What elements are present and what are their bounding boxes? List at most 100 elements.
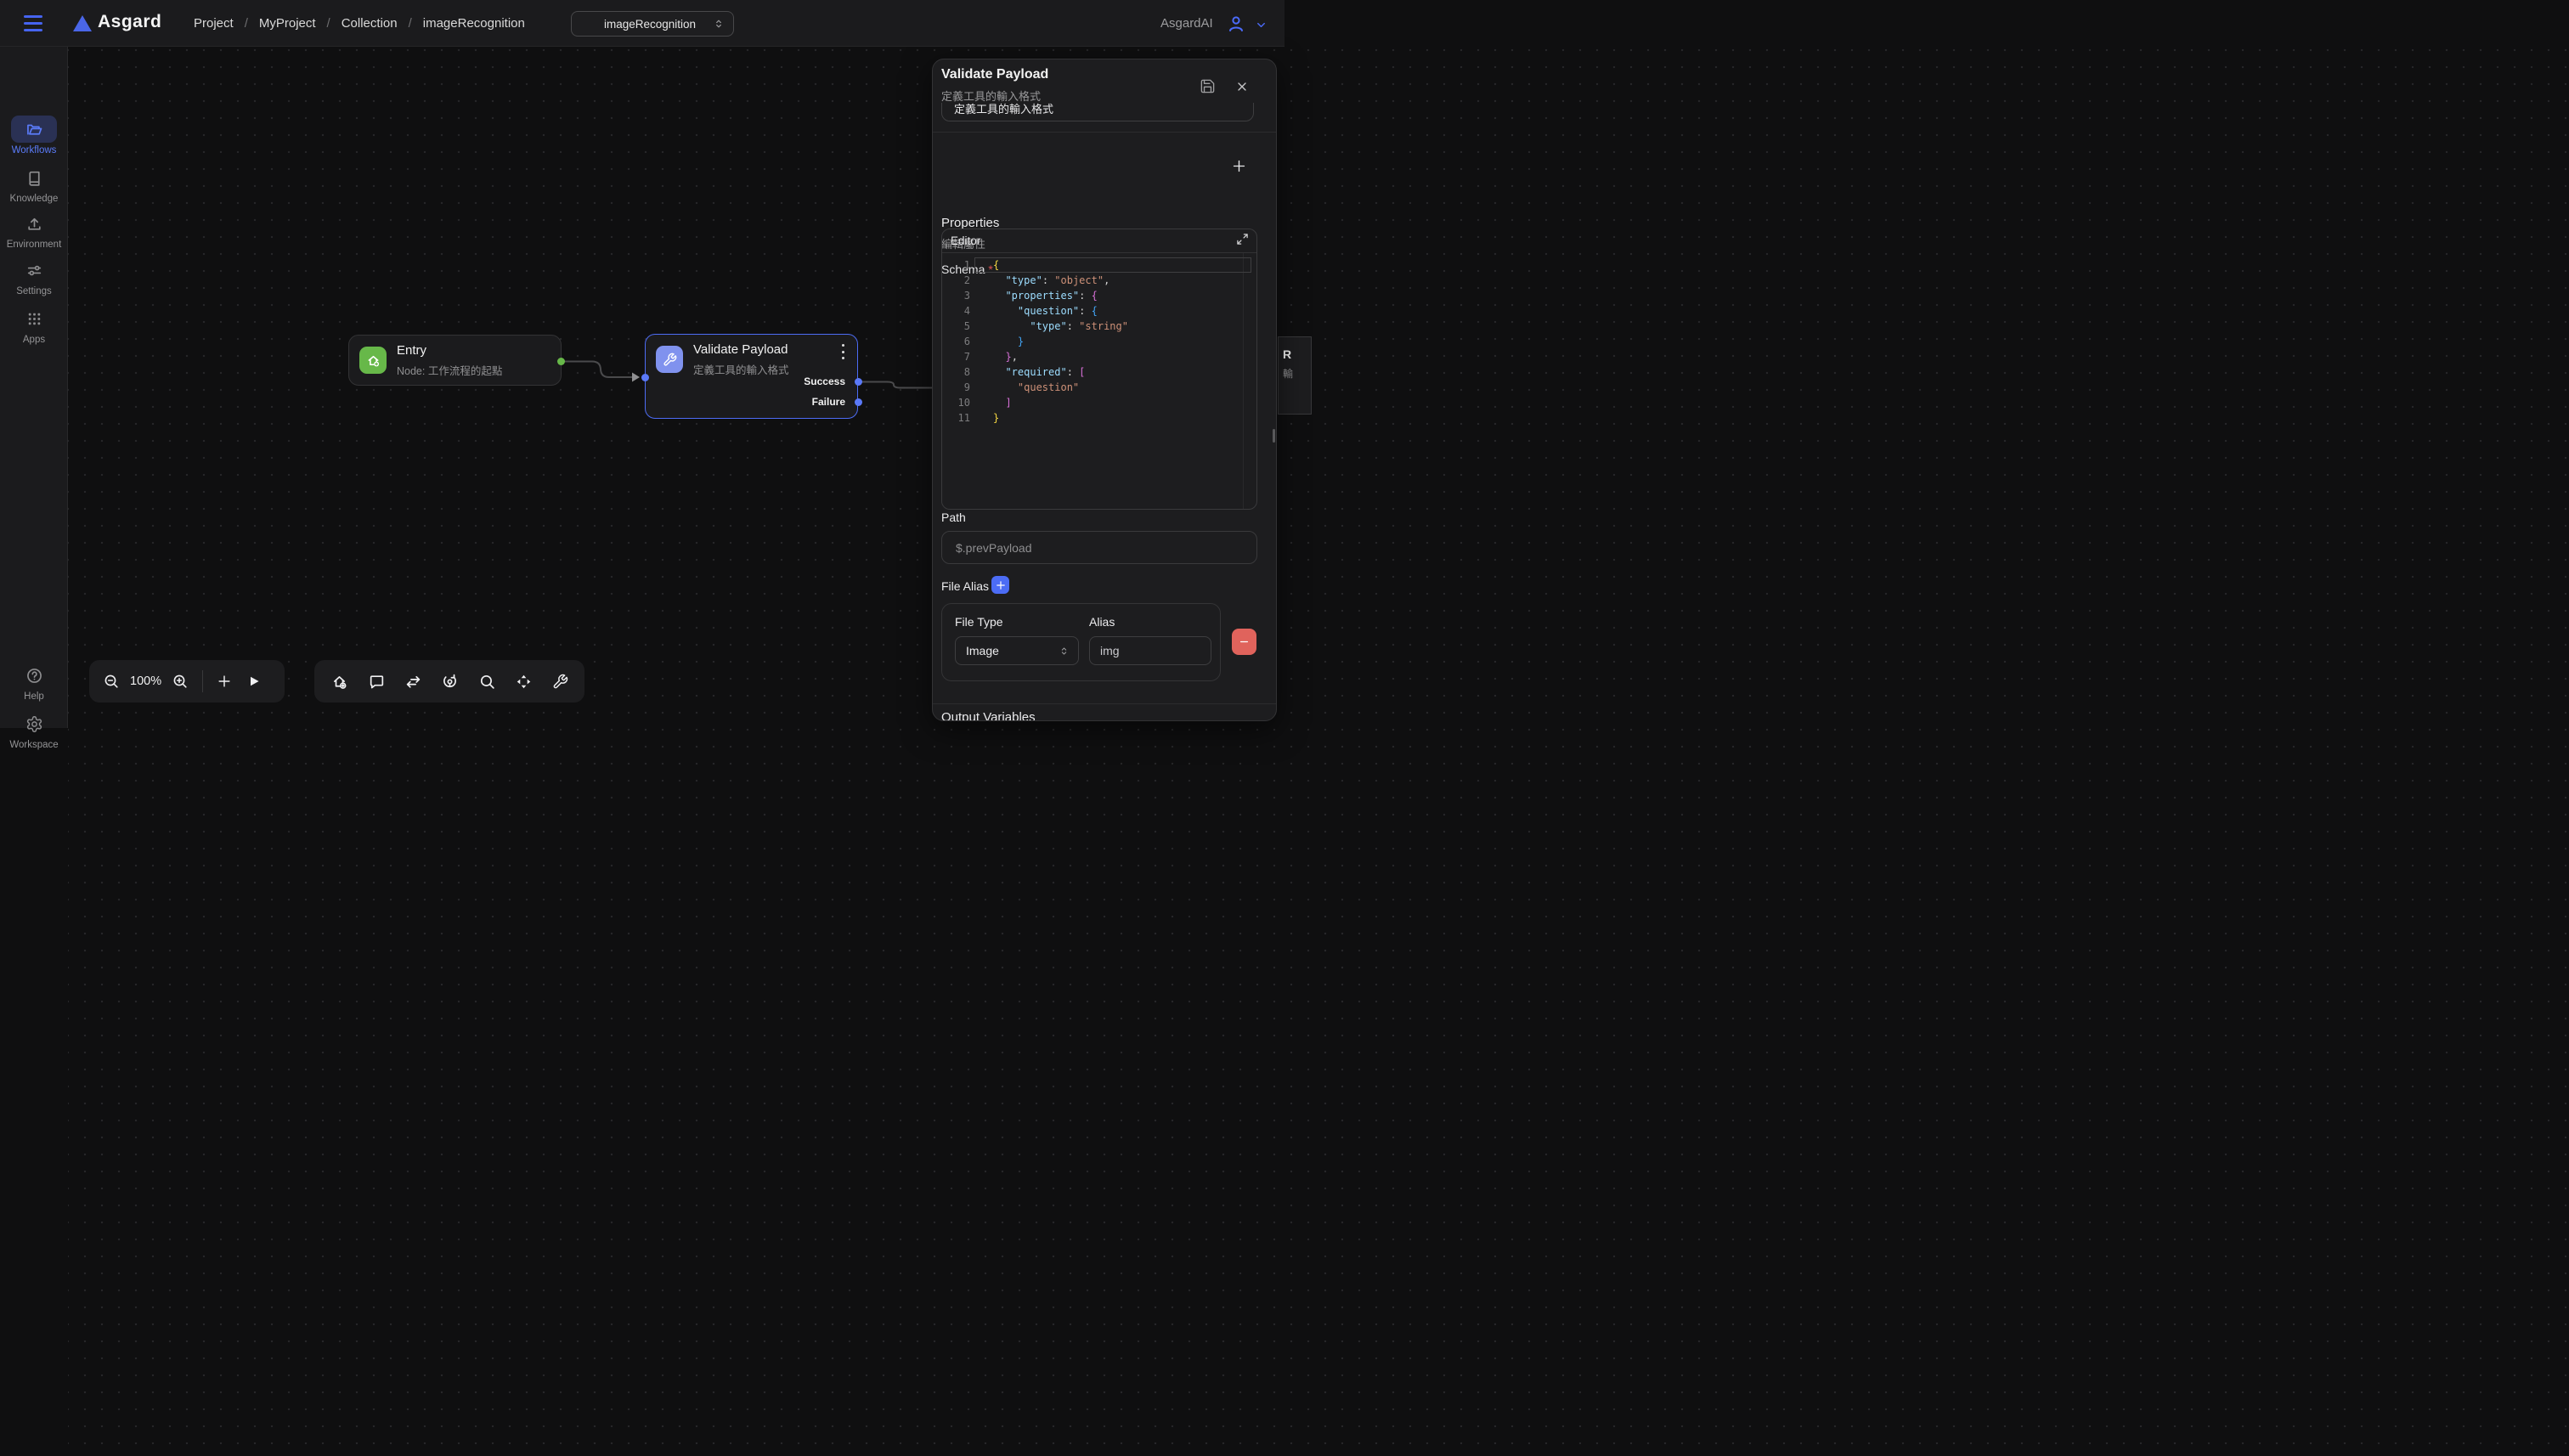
expand-editor-button[interactable]: [1236, 233, 1249, 250]
chevron-up-down-icon: [1059, 646, 1070, 657]
node-validate-payload[interactable]: Validate Payload 定義工具的輸入格式 Success Failu…: [645, 334, 858, 419]
file-type-value: Image: [966, 644, 1059, 657]
workflow-selector[interactable]: imageRecognition: [571, 11, 734, 37]
close-panel-button[interactable]: [1235, 80, 1249, 98]
toolbar-divider: [202, 670, 203, 692]
sidebar-item-knowledge[interactable]: Knowledge: [0, 169, 68, 204]
top-bar: Asgard Project / MyProject / Collection …: [0, 0, 1284, 47]
fit-view-button[interactable]: [515, 673, 533, 691]
clipped-form-field[interactable]: 定義工具的輸入格式: [941, 103, 1254, 121]
sidebar-item-apps[interactable]: Apps: [0, 310, 68, 345]
path-input-value: $.prevPayload: [956, 541, 1032, 555]
folder-open-icon: [25, 121, 43, 138]
sidebar-label: Knowledge: [0, 194, 68, 204]
entry-node-subtitle: Node: 工作流程的起點: [397, 362, 502, 378]
alias-input[interactable]: img: [1089, 636, 1211, 665]
node-entry[interactable]: Entry Node: 工作流程的起點: [348, 335, 562, 386]
swap-connections-button[interactable]: [404, 673, 422, 691]
gear-icon: [25, 715, 43, 733]
zoom-in-button[interactable]: [172, 673, 189, 690]
app-name: Asgard: [98, 12, 161, 32]
sidebar-item-workspace[interactable]: Workspace: [0, 715, 68, 750]
node-tools-toolbar: [314, 660, 584, 703]
tools-wrench-button[interactable]: [552, 674, 568, 690]
sidebar-label: Settings: [0, 286, 68, 296]
alias-input-value: img: [1100, 644, 1120, 657]
user-menu-chevron-icon[interactable]: [1255, 19, 1268, 36]
editor-header: Editor: [942, 229, 1256, 253]
sidebar-label: Environment: [0, 240, 68, 250]
entry-node-title: Entry: [397, 343, 426, 358]
file-alias-label: File Alias: [941, 579, 989, 593]
sidebar-label: Workflows: [0, 145, 68, 155]
add-entry-node-button[interactable]: [330, 673, 348, 691]
validate-failure-port[interactable]: [855, 398, 862, 406]
add-file-alias-button[interactable]: [991, 576, 1009, 594]
clipped-panel-subtitle: 輸: [1283, 366, 1293, 381]
sidebar-label: Apps: [0, 335, 68, 345]
sidebar-item-help[interactable]: Help: [0, 667, 68, 702]
output-failure-label: Failure: [812, 396, 845, 408]
user-avatar-icon[interactable]: [1226, 14, 1246, 38]
validate-node-subtitle: 定義工具的輸入格式: [693, 361, 789, 377]
output-variables-label: Output Variables: [941, 710, 1036, 721]
file-alias-row: File Type Image Alias img: [941, 603, 1221, 681]
breadcrumb-project[interactable]: Project: [194, 16, 234, 31]
sidebar-label: Workspace: [0, 740, 68, 750]
sidebar-item-settings[interactable]: Settings: [0, 262, 68, 296]
asgard-logo-icon[interactable]: [73, 15, 92, 31]
breadcrumb-myproject[interactable]: MyProject: [259, 16, 316, 31]
validate-node-title: Validate Payload: [693, 342, 788, 357]
book-icon: [25, 169, 43, 187]
entry-node-icon: [359, 347, 387, 374]
node-properties-panel: Validate Payload 定義工具的輸入格式 定義工具的輸入格式 Pro…: [932, 59, 1277, 721]
validate-node-wrench-icon: [656, 346, 683, 373]
add-property-button[interactable]: [1232, 159, 1246, 178]
path-input[interactable]: $.prevPayload: [941, 531, 1257, 564]
file-type-label: File Type: [955, 615, 1003, 629]
workflow-canvas[interactable]: [68, 47, 2569, 1456]
node-menu-kebab-icon[interactable]: [837, 344, 849, 359]
alias-label: Alias: [1089, 615, 1115, 629]
output-success-label: Success: [804, 375, 845, 387]
breadcrumb: Project / MyProject / Collection / image…: [194, 0, 525, 47]
file-type-select[interactable]: Image: [955, 636, 1079, 665]
zoom-out-button[interactable]: [103, 673, 120, 690]
comment-tool-button[interactable]: [368, 673, 386, 691]
entry-output-port[interactable]: [557, 358, 565, 365]
panel-divider: [933, 703, 1277, 704]
hamburger-menu-icon[interactable]: [24, 15, 42, 31]
validate-success-port[interactable]: [855, 378, 862, 386]
left-sidebar: Workflows Knowledge Environment Settings…: [0, 47, 68, 728]
sliders-icon: [25, 262, 43, 279]
chevron-up-down-icon: [713, 18, 725, 30]
zoom-level-label: 100%: [130, 674, 161, 688]
search-canvas-button[interactable]: [478, 673, 496, 691]
user-name: AsgardAI: [1160, 16, 1213, 31]
panel-divider: [933, 132, 1277, 133]
breadcrumb-workflow[interactable]: imageRecognition: [423, 16, 525, 31]
panel-subtitle: 定義工具的輸入格式: [941, 87, 1041, 104]
remove-file-alias-button[interactable]: [1232, 629, 1256, 655]
clipped-field-text: 定義工具的輸入格式: [954, 103, 1253, 116]
add-node-button[interactable]: [217, 674, 232, 689]
panel-scrollbar-thumb[interactable]: [1273, 429, 1275, 443]
zoom-toolbar: 100%: [89, 660, 285, 703]
run-workflow-button[interactable]: [247, 674, 261, 688]
clipped-right-panel: R 輸: [1278, 336, 1312, 415]
editor-label: Editor: [951, 234, 1236, 247]
validate-input-port[interactable]: [641, 374, 649, 381]
sidebar-item-environment[interactable]: Environment: [0, 215, 68, 250]
clipped-panel-title: R: [1283, 347, 1291, 361]
schema-editor-card: Editor 1{2 "type": "object",3 "propertie…: [941, 229, 1257, 510]
save-button[interactable]: [1200, 78, 1216, 99]
breadcrumb-collection[interactable]: Collection: [342, 16, 398, 31]
help-circle-icon: [25, 667, 43, 685]
apps-grid-icon: [25, 310, 43, 328]
sidebar-item-workflows[interactable]: Workflows: [0, 121, 68, 155]
upload-icon: [25, 215, 43, 233]
panel-title: Validate Payload: [941, 67, 1048, 82]
auto-layout-button[interactable]: [441, 673, 459, 691]
sidebar-label: Help: [0, 691, 68, 702]
editor-code[interactable]: 1{2 "type": "object",3 "properties": {4 …: [942, 253, 1256, 510]
